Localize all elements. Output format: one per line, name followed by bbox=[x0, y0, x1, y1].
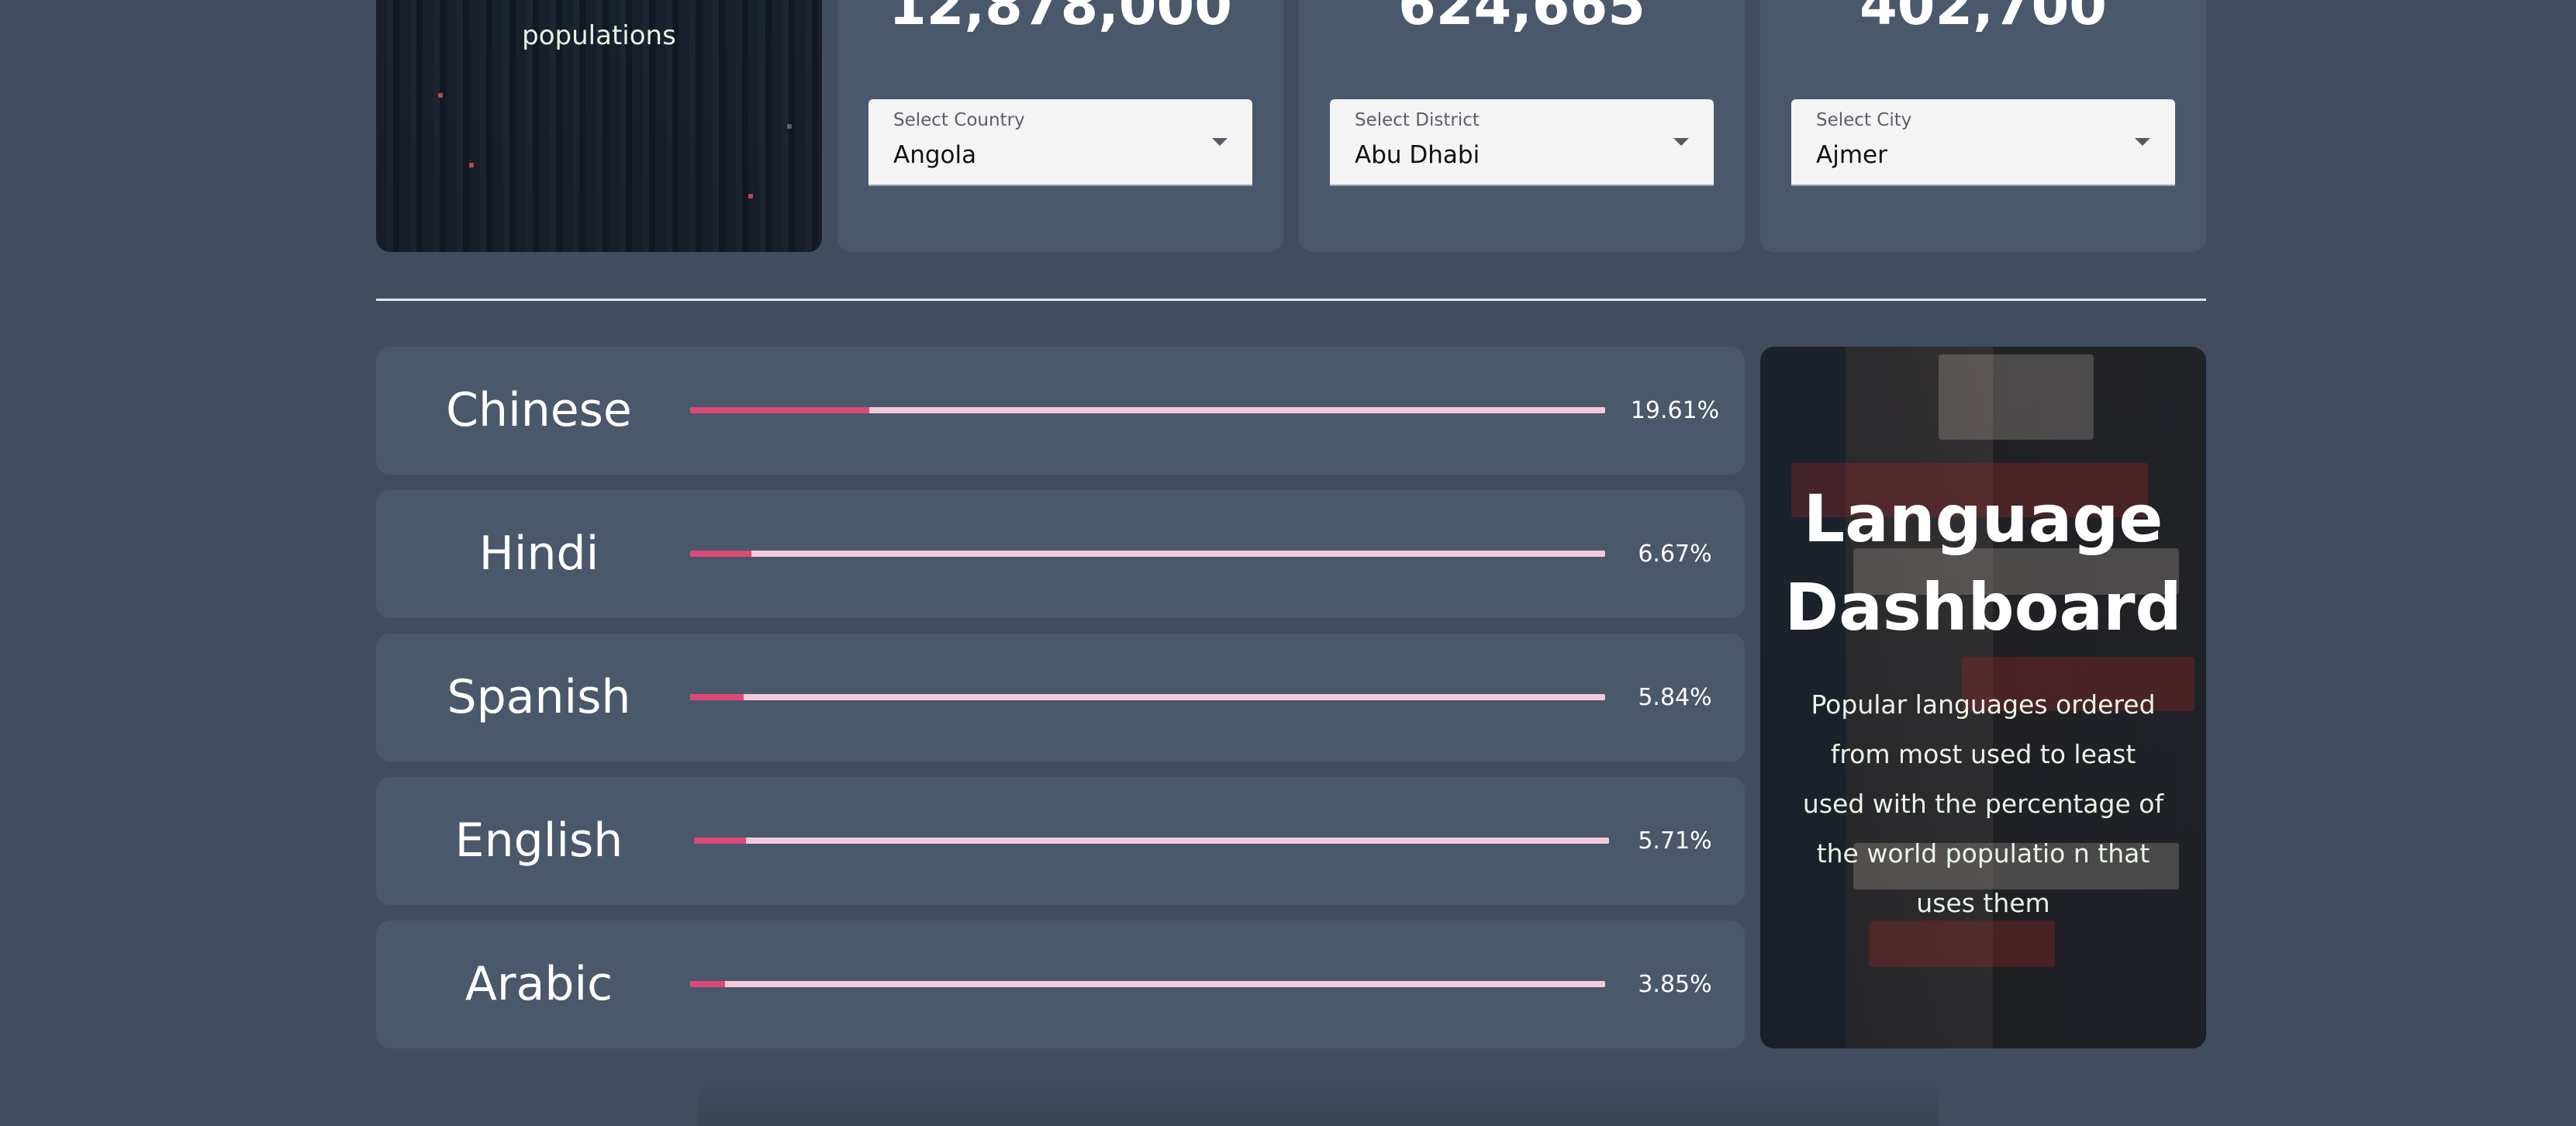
city-population-value: 402,700 bbox=[1859, 0, 2107, 37]
language-name: English bbox=[454, 813, 623, 868]
city-select-value: Ajmer bbox=[1816, 141, 1887, 169]
district-select[interactable]: Select District Abu Dhabi bbox=[1330, 99, 1714, 186]
language-percent: 6.67% bbox=[1638, 541, 1712, 568]
city-select[interactable]: Select City Ajmer bbox=[1791, 99, 2175, 186]
country-select-value: Angola bbox=[893, 141, 977, 169]
language-percent: 3.85% bbox=[1638, 971, 1712, 998]
dashboard-title: Language Dashboard bbox=[1760, 475, 2206, 651]
caret-down-icon[interactable] bbox=[1212, 138, 1228, 146]
language-progress-track bbox=[690, 694, 1605, 700]
language-name: Spanish bbox=[447, 670, 631, 724]
country-stat-card: 12,878,000 Select Country Angola bbox=[837, 0, 1283, 252]
caret-down-icon[interactable] bbox=[1673, 138, 1689, 146]
language-dashboard-card: Language Dashboard Popular languages ord… bbox=[1760, 347, 2206, 1048]
caret-down-icon[interactable] bbox=[2135, 138, 2150, 146]
country-select[interactable]: Select Country Angola bbox=[868, 99, 1252, 186]
hero-image-card: populations bbox=[376, 0, 822, 252]
language-percent: 5.71% bbox=[1638, 827, 1712, 855]
language-progress-fill bbox=[690, 694, 744, 700]
language-row: English 5.71% bbox=[376, 777, 1745, 905]
city-light bbox=[469, 163, 474, 168]
language-progress-track bbox=[690, 981, 1605, 987]
language-name: Hindi bbox=[478, 527, 599, 581]
city-select-label: Select City bbox=[1816, 110, 1912, 130]
language-progress-fill bbox=[690, 407, 870, 413]
hero-subtitle: populations bbox=[522, 20, 676, 51]
district-select-label: Select District bbox=[1355, 110, 1480, 130]
district-stat-card: 624,665 Select District Abu Dhabi bbox=[1299, 0, 1745, 252]
city-light bbox=[438, 93, 443, 98]
district-population-value: 624,665 bbox=[1398, 0, 1645, 37]
city-light bbox=[787, 124, 792, 129]
language-row: Hindi 6.67% bbox=[376, 490, 1745, 618]
language-progress-track bbox=[690, 407, 1605, 413]
language-progress-fill bbox=[690, 981, 726, 987]
language-name: Arabic bbox=[464, 957, 613, 1011]
district-select-value: Abu Dhabi bbox=[1355, 141, 1480, 169]
language-name: Chinese bbox=[446, 383, 632, 437]
language-percent: 5.84% bbox=[1638, 684, 1712, 711]
language-row: Spanish 5.84% bbox=[376, 634, 1745, 762]
language-percent: 19.61% bbox=[1630, 397, 1720, 424]
country-select-label: Select Country bbox=[893, 110, 1025, 130]
city-stat-card: 402,700 Select City Ajmer bbox=[1760, 0, 2206, 252]
dashboard-title-line: Language bbox=[1803, 481, 2163, 557]
language-row: Chinese 19.61% bbox=[376, 347, 1745, 475]
dashboard-description: Popular languages ordered from most used… bbox=[1802, 689, 2164, 918]
language-progress-track bbox=[690, 551, 1605, 557]
language-progress-track bbox=[694, 838, 1609, 844]
page-shadow bbox=[698, 1074, 1939, 1126]
dashboard-title-line: Dashboard bbox=[1784, 569, 2182, 646]
language-progress-fill bbox=[690, 551, 751, 557]
section-divider bbox=[376, 299, 2206, 301]
language-row: Arabic 3.85% bbox=[376, 920, 1745, 1048]
country-population-value: 12,878,000 bbox=[889, 0, 1232, 37]
city-light bbox=[748, 194, 753, 199]
signpost-board bbox=[1939, 354, 2094, 440]
language-progress-fill bbox=[694, 838, 747, 844]
